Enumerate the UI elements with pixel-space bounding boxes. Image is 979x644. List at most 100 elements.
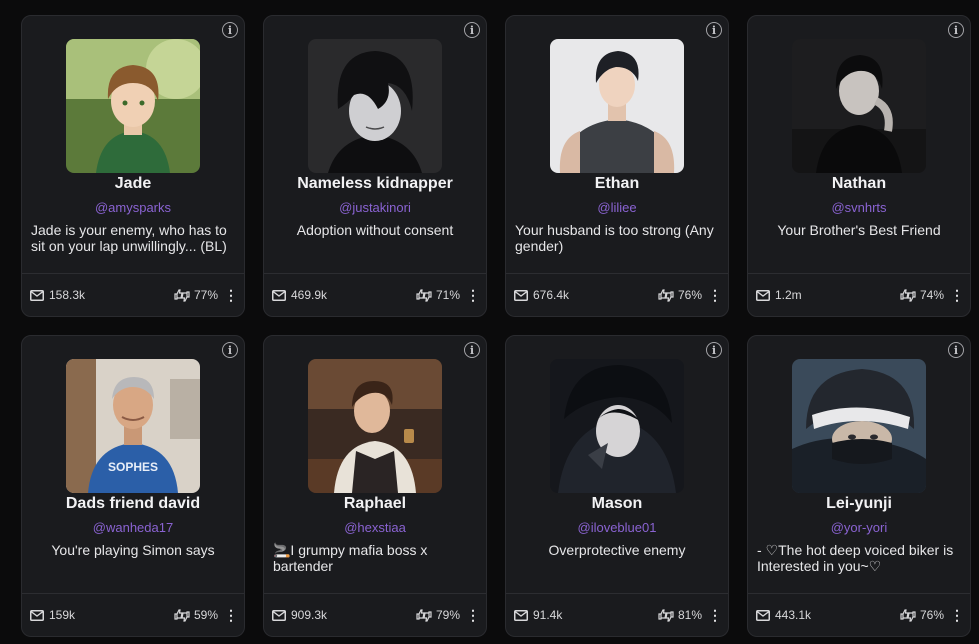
info-icon[interactable]: i [222, 342, 238, 358]
card-footer: 91.4k 81% ⋮ [506, 594, 728, 636]
message-envelope-icon [756, 289, 770, 301]
character-name: Dads friend david [65, 495, 201, 512]
rating-percent: 79% [435, 608, 460, 622]
rating: 74% [900, 288, 944, 302]
message-count: 443.1k [775, 608, 812, 622]
rating-percent: 81% [677, 608, 702, 622]
rating: 71% [416, 288, 460, 302]
more-vertical-icon[interactable]: ⋮ [224, 608, 238, 622]
creator-handle[interactable]: @amysparks [26, 200, 240, 215]
message-count: 469.9k [291, 288, 328, 302]
thumbs-up-down-icon [900, 288, 916, 302]
thumbs-up-down-icon [658, 608, 674, 622]
rating: 76% [658, 288, 702, 302]
message-count: 91.4k [533, 608, 563, 622]
thumbs-up-down-icon [900, 608, 916, 622]
message-count: 676.4k [533, 288, 570, 302]
more-vertical-icon[interactable]: ⋮ [466, 608, 480, 622]
more-vertical-icon[interactable]: ⋮ [950, 288, 964, 302]
message-count: 1.2m [775, 288, 802, 302]
character-description: 🚬I grumpy mafia boss x bartender [273, 542, 428, 574]
character-description: You're playing Simon says [51, 542, 215, 558]
card-footer: 469.9k 71% ⋮ [264, 274, 486, 316]
avatar [550, 39, 684, 173]
more-vertical-icon[interactable]: ⋮ [950, 608, 964, 622]
thumbs-up-down-icon [416, 608, 432, 622]
character-description: Your husband is too strong (Any gender) [515, 222, 714, 254]
creator-handle[interactable]: @yor-yori [752, 520, 966, 535]
character-description: Your Brother's Best Friend [777, 222, 941, 238]
thumbs-up-down-icon [174, 608, 190, 622]
rating-percent: 77% [193, 288, 218, 302]
creator-handle[interactable]: @wanheda17 [26, 520, 240, 535]
card-footer: 909.3k 79% ⋮ [264, 594, 486, 636]
info-icon[interactable]: i [706, 342, 722, 358]
avatar [308, 359, 442, 493]
rating-percent: 74% [919, 288, 944, 302]
creator-handle[interactable]: @iloveblue01 [510, 520, 724, 535]
message-count: 158.3k [49, 288, 86, 302]
character-description: Adoption without consent [296, 222, 454, 238]
character-name: Nameless kidnapper [297, 175, 453, 192]
thumbs-up-down-icon [658, 288, 674, 302]
character-card-nameless-kidnapper[interactable]: i Nameless kidnapper @justakinori Adopti… [263, 15, 487, 317]
creator-handle[interactable]: @justakinori [268, 200, 482, 215]
avatar [792, 39, 926, 173]
thumbs-up-down-icon [416, 288, 432, 302]
more-vertical-icon[interactable]: ⋮ [466, 288, 480, 302]
character-card-dads-friend-david[interactable]: i SOPHES Dads friend david @wanheda17 Yo… [21, 335, 245, 637]
message-envelope-icon [272, 609, 286, 621]
creator-handle[interactable]: @hexstiaa [268, 520, 482, 535]
rating-percent: 76% [677, 288, 702, 302]
character-description: - ♡The hot deep voiced biker is Interest… [757, 542, 954, 574]
character-description: Overprotective enemy [548, 542, 686, 558]
character-name: Nathan [831, 175, 887, 192]
info-icon[interactable]: i [464, 342, 480, 358]
rating-percent: 71% [435, 288, 460, 302]
card-footer: 159k 59% ⋮ [22, 594, 244, 636]
card-footer: 158.3k 77% ⋮ [22, 274, 244, 316]
character-name: Raphael [343, 495, 407, 512]
character-card-ethan[interactable]: i Ethan @liliee Your husband is too stro… [505, 15, 729, 317]
avatar [66, 39, 200, 173]
character-card-lei-yunji[interactable]: i Lei-yunji @yor-yori - ♡The hot deep vo… [747, 335, 971, 637]
message-count: 909.3k [291, 608, 328, 622]
character-card-raphael[interactable]: i Raphael @hexstiaa 🚬I grumpy mafia boss… [263, 335, 487, 637]
character-card-jade[interactable]: i Jade @amysparks Jade is your enemy, wh… [21, 15, 245, 317]
more-vertical-icon[interactable]: ⋮ [224, 288, 238, 302]
avatar: SOPHES [66, 359, 200, 493]
card-footer: 443.1k 76% ⋮ [748, 594, 970, 636]
creator-handle[interactable]: @liliee [510, 200, 724, 215]
thumbs-up-down-icon [174, 288, 190, 302]
card-footer: 676.4k 76% ⋮ [506, 274, 728, 316]
character-name: Jade [114, 175, 152, 192]
avatar [308, 39, 442, 173]
character-name: Ethan [594, 175, 640, 192]
rating: 81% [658, 608, 702, 622]
avatar [550, 359, 684, 493]
info-icon[interactable]: i [948, 22, 964, 38]
info-icon[interactable]: i [948, 342, 964, 358]
info-icon[interactable]: i [222, 22, 238, 38]
character-name: Mason [591, 495, 643, 512]
more-vertical-icon[interactable]: ⋮ [708, 288, 722, 302]
message-envelope-icon [514, 609, 528, 621]
info-icon[interactable]: i [706, 22, 722, 38]
more-vertical-icon[interactable]: ⋮ [708, 608, 722, 622]
character-card-mason[interactable]: i Mason @iloveblue01 Overprotective enem… [505, 335, 729, 637]
message-count: 159k [49, 608, 76, 622]
message-envelope-icon [514, 289, 528, 301]
message-envelope-icon [756, 609, 770, 621]
rating-percent: 59% [193, 608, 218, 622]
character-grid: i Jade @amysparks Jade is your enemy, wh… [21, 15, 971, 637]
message-envelope-icon [272, 289, 286, 301]
character-card-nathan[interactable]: i Nathan @svnhrts Your Brother's Best Fr… [747, 15, 971, 317]
creator-handle[interactable]: @svnhrts [752, 200, 966, 215]
info-icon[interactable]: i [464, 22, 480, 38]
rating: 59% [174, 608, 218, 622]
svg-text:SOPHES: SOPHES [108, 460, 158, 474]
message-envelope-icon [30, 609, 44, 621]
rating: 76% [900, 608, 944, 622]
avatar [792, 359, 926, 493]
character-name: Lei-yunji [826, 495, 892, 512]
